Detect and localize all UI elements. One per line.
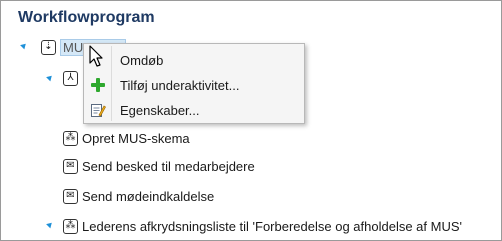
expand-toggle-root[interactable] <box>20 41 28 50</box>
context-menu: Omdøb Tilføj underaktivitet... Egenskabe… <box>83 43 305 124</box>
add-icon <box>91 78 105 92</box>
expand-toggle-child[interactable] <box>46 73 54 82</box>
tree-item-label[interactable]: Lederens afkrydsningsliste til 'Forbered… <box>82 219 462 234</box>
tree-node-parallel[interactable]: ⅄ <box>63 68 82 88</box>
page-title: Workflowprogram <box>18 9 155 26</box>
parallel-icon: ⅄ <box>63 70 78 86</box>
tree-item[interactable]: ⁂ Lederens afkrydsningsliste til 'Forber… <box>63 216 462 236</box>
activity-icon: ⁂ <box>63 130 78 146</box>
workflow-panel: Workflowprogram ⇣ MUS 2011 ⅄ ⁂ Opret MUS… <box>0 0 502 241</box>
expand-toggle-checklist[interactable] <box>46 220 54 229</box>
menu-item-properties[interactable]: Egenskaber... <box>86 98 302 122</box>
tree-item[interactable]: ✉ Send mødeindkaldelse <box>63 186 214 206</box>
menu-item-label: Egenskaber... <box>120 102 200 118</box>
menu-item-add-subactivity[interactable]: Tilføj underaktivitet... <box>86 73 302 97</box>
tree-item[interactable]: ⁂ Opret MUS-skema <box>63 128 190 148</box>
tree-item-label[interactable]: Send mødeindkaldelse <box>82 189 214 204</box>
menu-item-label: Tilføj underaktivitet... <box>120 77 240 93</box>
menu-item-rename[interactable]: Omdøb <box>86 48 302 72</box>
tree-item-label[interactable]: Send besked til medarbejdere <box>82 159 255 174</box>
sequence-icon: ⇣ <box>41 39 56 55</box>
tree-item[interactable]: ✉ Send besked til medarbejdere <box>63 156 255 176</box>
menu-item-label: Omdøb <box>120 52 164 68</box>
mail-icon: ✉ <box>63 158 78 174</box>
mail-icon: ✉ <box>63 188 78 204</box>
properties-icon <box>91 104 106 117</box>
activity-icon: ⁂ <box>63 218 78 234</box>
tree-item-label[interactable]: Opret MUS-skema <box>82 131 190 146</box>
mouse-cursor-icon <box>89 45 103 67</box>
